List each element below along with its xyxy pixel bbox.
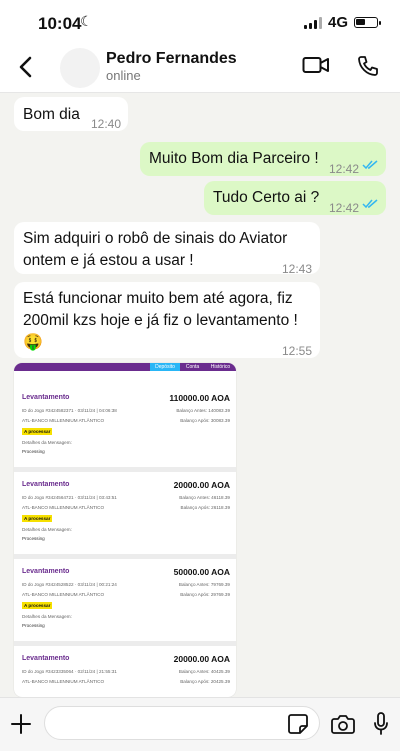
message-time: 12:42 [329, 201, 360, 215]
tx-amount: 20000.00 AOA [173, 654, 230, 664]
tx-balance-before: Balanço Antes: 40425.39 [178, 669, 230, 674]
message-text: Tudo Certo ai ? [213, 189, 320, 206]
video-call-icon[interactable] [302, 54, 330, 76]
battery-icon [354, 17, 381, 28]
tx-balance-after: Balanço Após: 29769.39 [180, 592, 230, 597]
message-text: Bom dia [23, 106, 80, 123]
message-time: 12:43 [282, 262, 313, 276]
divider [14, 467, 236, 472]
status-badge: A processar [22, 602, 53, 609]
tx-amount: 20000.00 AOA [173, 480, 230, 490]
transaction-entry: Levantamento 20000.00 AOA ID do Jogo #34… [22, 654, 230, 697]
message-time: 12:42 [329, 162, 360, 176]
incoming-message[interactable]: Sim adquiri o robô de sinais do Aviator … [14, 222, 320, 276]
message-text-line: ontem e já estou a usar ! [23, 252, 194, 269]
tx-details: Processing [22, 623, 45, 628]
tx-balance-before: Balanço Antes: 79769.39 [178, 582, 230, 587]
sticker-icon[interactable] [287, 713, 309, 735]
tx-balance-before: Balanço Antes: 46118.39 [179, 495, 230, 500]
camera-icon[interactable] [331, 713, 355, 735]
transaction-entry: Levantamento 110000.00 AOA ID do Jogo #3… [22, 393, 230, 478]
message-input[interactable] [44, 706, 320, 740]
tx-balance-after: Balanço Após: 26118.39 [180, 505, 230, 510]
status-badge: A processar [22, 428, 53, 435]
tx-bank: ATL-BANCO MILLENNIUM ATLÂNTICO [22, 505, 105, 510]
tx-game-id: ID do Jogo #3424564721 · 03/11/24 | 03:4… [22, 495, 117, 500]
transaction-entry: Levantamento 20000.00 AOA ID do Jogo #34… [22, 480, 230, 565]
divider [14, 554, 236, 559]
plus-icon[interactable] [10, 713, 32, 735]
tx-details-label: Detalhes da Mensagem: [22, 440, 72, 445]
avatar[interactable] [60, 48, 100, 88]
tx-details-label: Detalhes da Mensagem: [22, 527, 72, 532]
incoming-message[interactable]: Bom dia 12:40 [14, 97, 128, 131]
message-text-line: Sim adquiri o robô de sinais do Aviator [23, 230, 288, 247]
phone-call-icon[interactable] [356, 54, 380, 78]
message-text-line: 200mil kzs hoje e já fiz o levantamento … [23, 312, 298, 329]
tx-amount: 50000.00 AOA [173, 567, 230, 577]
chat-area[interactable]: Bom dia 12:40 Muito Bom dia Parceiro ! 1… [0, 93, 400, 697]
tx-balance-after: Balanço Após: 30083.39 [180, 418, 230, 423]
image-message[interactable]: Depósito Conta Histórico Levantamento 11… [14, 363, 236, 697]
message-text: Muito Bom dia Parceiro ! [149, 150, 319, 167]
divider [14, 641, 236, 646]
tx-details: Processing [22, 449, 45, 454]
message-text-line: Está funcionar muito bem até agora, fiz [23, 290, 293, 307]
status-badge: A processar [22, 515, 53, 522]
tx-title: Levantamento [22, 568, 70, 575]
input-bar [0, 697, 400, 751]
tx-bank: ATL-BANCO MILLENNIUM ATLÂNTICO [22, 679, 105, 684]
shot-tab: Conta [185, 364, 200, 370]
tx-title: Levantamento [22, 394, 70, 401]
status-bar: 10:04 ☾ 4G [0, 0, 400, 44]
read-receipt-icon [362, 160, 378, 170]
tx-title: Levantamento [22, 481, 70, 488]
moon-icon: ☾ [80, 13, 93, 29]
message-time: 12:55 [282, 344, 313, 358]
money-mouth-emoji: 🤑 [23, 334, 43, 351]
tx-balance-after: Balanço Após: 20425.39 [180, 679, 230, 684]
tx-game-id: ID do Jogo #3424528522 · 03/11/24 | 00:2… [22, 582, 117, 587]
transaction-entry: Levantamento 50000.00 AOA ID do Jogo #34… [22, 567, 230, 652]
status-indicators: 4G [303, 14, 381, 31]
message-time: 12:40 [91, 117, 122, 131]
tx-game-id: ID do Jogo #3424582371 · 03/11/24 | 04:0… [22, 408, 117, 413]
incoming-message[interactable]: Está funcionar muito bem até agora, fiz … [14, 282, 320, 358]
contact-status: online [106, 68, 141, 83]
network-label: 4G [327, 14, 348, 31]
outgoing-message[interactable]: Muito Bom dia Parceiro ! 12:42 [140, 142, 386, 176]
tx-title: Levantamento [22, 655, 70, 662]
microphone-icon[interactable] [372, 711, 390, 737]
chat-header: Pedro Fernandes online [0, 44, 400, 93]
signal-icon [303, 16, 322, 29]
tx-game-id: ID do Jogo #3423335064 · 02/11/24 | 21:5… [22, 669, 117, 674]
tx-balance-before: Balanço Antes: 140083.39 [176, 408, 230, 413]
status-time: 10:04 [38, 14, 82, 33]
shot-tab: Depósito [150, 363, 180, 371]
tx-bank: ATL-BANCO MILLENNIUM ATLÂNTICO [22, 592, 105, 597]
tx-details-label: Detalhes da Mensagem: [22, 614, 72, 619]
shot-tab: Histórico [210, 364, 231, 370]
tx-details: Processing [22, 536, 45, 541]
outgoing-message[interactable]: Tudo Certo ai ? 12:42 [204, 181, 386, 215]
read-receipt-icon [362, 199, 378, 209]
tx-bank: ATL-BANCO MILLENNIUM ATLÂNTICO [22, 418, 105, 423]
contact-name[interactable]: Pedro Fernandes [106, 50, 237, 68]
back-arrow-icon[interactable] [14, 52, 38, 82]
tx-amount: 110000.00 AOA [169, 393, 230, 403]
